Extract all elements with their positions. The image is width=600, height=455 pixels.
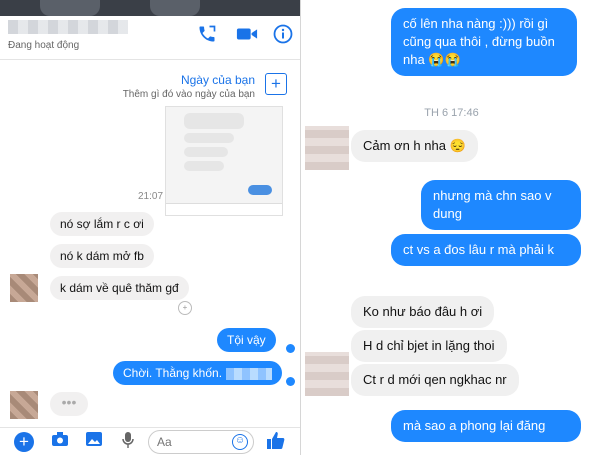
my-day-card[interactable]: Ngày của bạn Thêm gì đó vào ngày của bạn… bbox=[6, 67, 295, 105]
message-incoming: Ko như báo đâu h ơi bbox=[351, 296, 495, 328]
thumb-bubble bbox=[184, 147, 228, 157]
contact-avatar bbox=[305, 126, 349, 170]
message-outgoing: Tội vậy bbox=[217, 328, 276, 352]
composer-bar: + ☺ bbox=[0, 427, 300, 455]
thumb-bubble bbox=[184, 113, 244, 129]
image-icon[interactable] bbox=[84, 432, 104, 452]
typing-indicator: ••• bbox=[50, 392, 88, 416]
message-incoming: Ct r d mới qen ngkhac nr bbox=[351, 364, 519, 396]
info-icon[interactable] bbox=[272, 24, 294, 46]
chat-header: Đang hoạt động bbox=[0, 16, 300, 60]
add-day-plus-icon[interactable]: + bbox=[265, 73, 287, 95]
my-day-subtitle: Thêm gì đó vào ngày của bạn bbox=[122, 89, 255, 100]
message-incoming: nó sợ lắm r c ơi bbox=[50, 212, 154, 236]
emoji-icon[interactable]: ☺ bbox=[232, 434, 248, 450]
message-incoming: nó k dám mở fb bbox=[50, 244, 154, 268]
thumb-bubble bbox=[184, 133, 234, 143]
redacted-text bbox=[226, 367, 273, 380]
message-outgoing: ct vs a đos lâu r mà phải k bbox=[391, 234, 581, 266]
message-incoming: H d chỉ bjet in lặng thoi bbox=[351, 330, 507, 362]
contact-name-blurred bbox=[8, 20, 128, 34]
mic-icon[interactable] bbox=[118, 432, 138, 452]
strip-shape bbox=[40, 0, 100, 16]
read-receipt-icon bbox=[286, 377, 295, 386]
timestamp: TH 6 17:46 bbox=[424, 107, 479, 119]
phone-icon[interactable] bbox=[196, 24, 218, 46]
my-day-title: Ngày của bạn bbox=[180, 73, 255, 87]
video-icon[interactable] bbox=[236, 24, 258, 46]
strip-shape bbox=[150, 0, 200, 16]
message-outgoing: nhưng mà chn sao v dung bbox=[421, 180, 581, 230]
active-status: Đang hoạt động bbox=[8, 40, 80, 51]
status-strip bbox=[0, 0, 300, 16]
message-incoming: Cảm ơn h nha 😔 bbox=[351, 130, 478, 162]
message-outgoing: mà sao a phong lại đăng bbox=[391, 410, 581, 442]
reaction-add-icon[interactable]: + bbox=[178, 301, 192, 315]
message-incoming: k dám về quê thăm gđ bbox=[50, 276, 189, 300]
contact-avatar bbox=[10, 391, 38, 419]
like-icon[interactable] bbox=[266, 432, 286, 452]
left-chat-panel: Đang hoạt động Ngày của bạn Thêm gì đó v… bbox=[0, 0, 301, 455]
message-outgoing: cố lên nha nàng :))) rồi gì cũng qua thô… bbox=[391, 8, 577, 76]
message-text: Chời. Thằng khốn. bbox=[123, 366, 223, 380]
read-receipt-icon bbox=[286, 344, 295, 353]
plus-icon[interactable]: + bbox=[14, 432, 34, 452]
thumb-composer bbox=[166, 203, 282, 215]
message-thread: Ngày của bạn Thêm gì đó vào ngày của bạn… bbox=[0, 61, 300, 427]
timestamp: 21:07 bbox=[137, 191, 164, 202]
camera-icon[interactable] bbox=[50, 432, 70, 452]
contact-avatar bbox=[305, 352, 349, 396]
right-chat-panel: cố lên nha nàng :))) rồi gì cũng qua thô… bbox=[303, 0, 600, 455]
contact-avatar bbox=[10, 274, 38, 302]
thumb-bubble bbox=[184, 161, 224, 171]
message-outgoing: Chời. Thằng khốn. bbox=[113, 361, 283, 385]
